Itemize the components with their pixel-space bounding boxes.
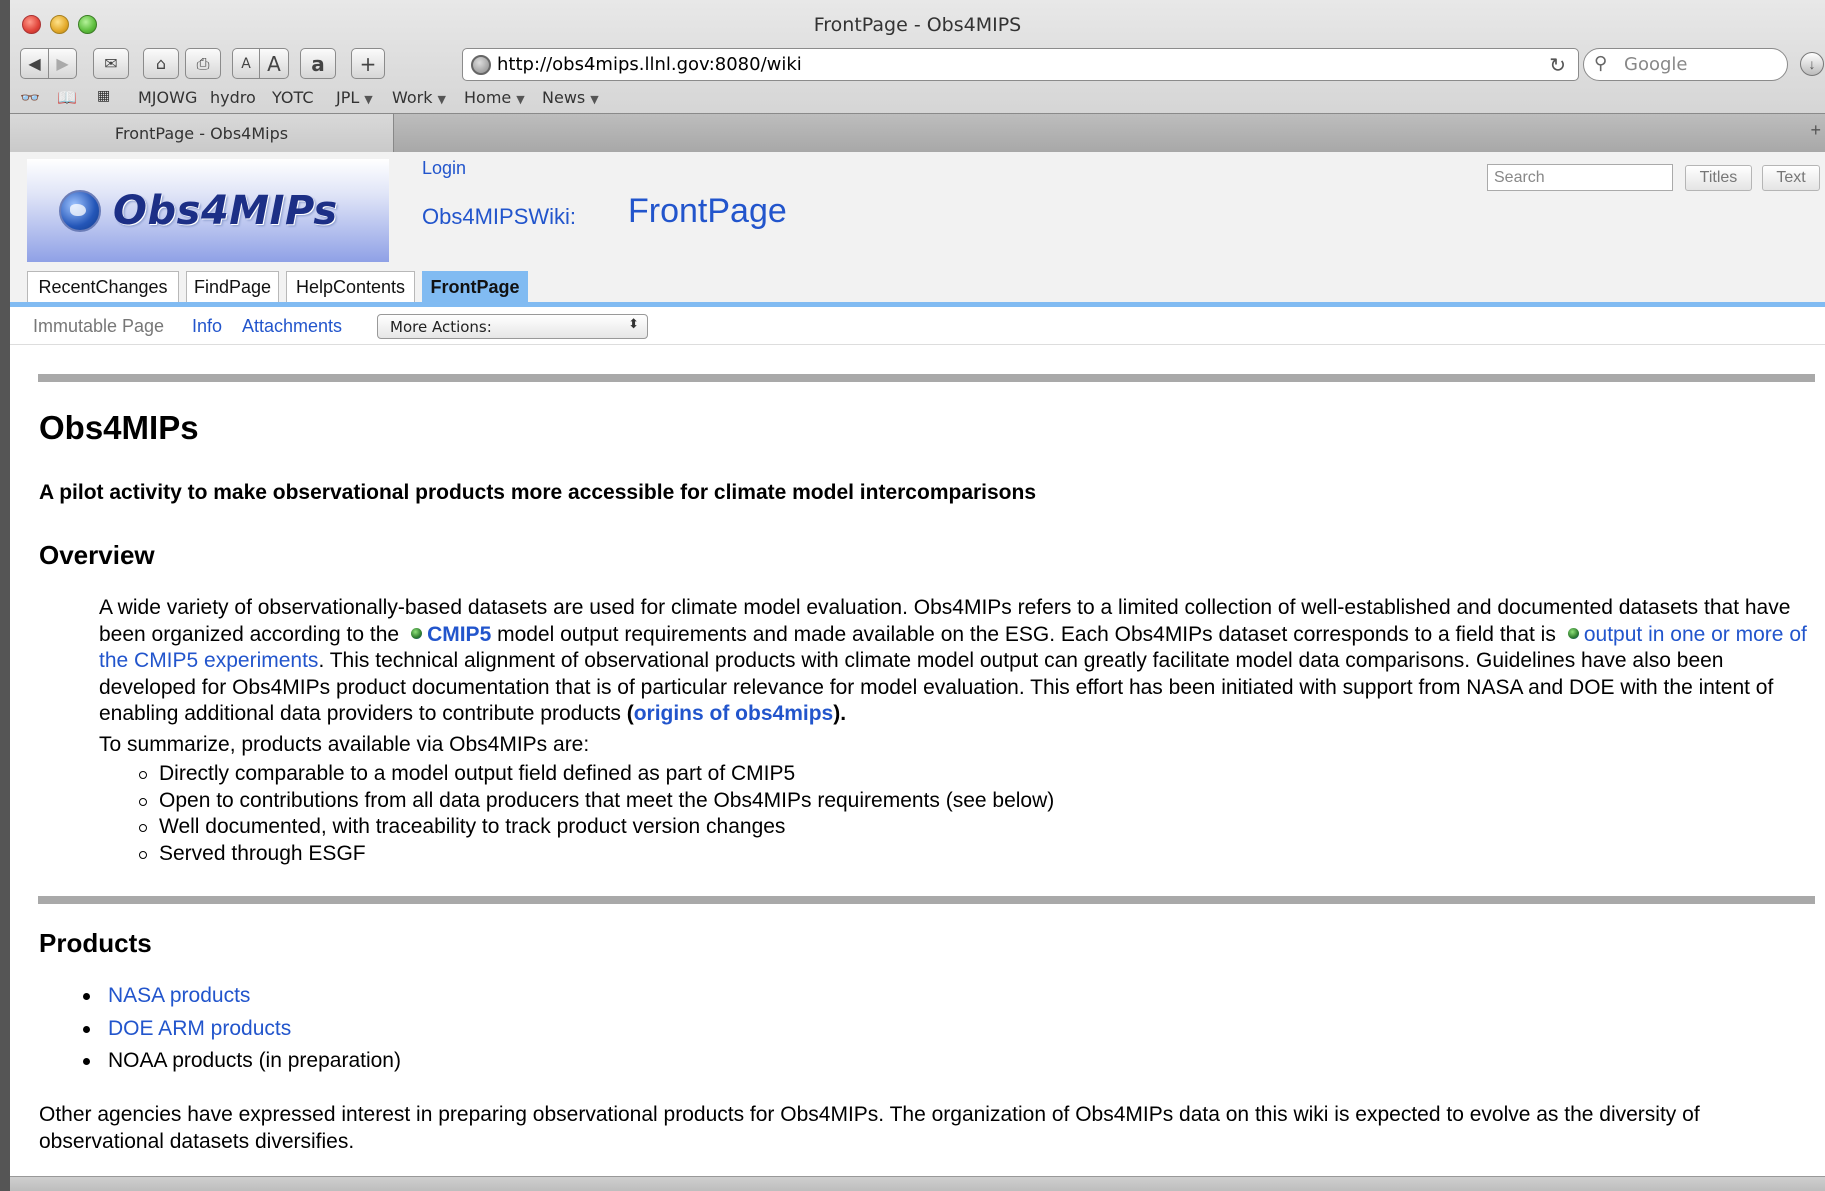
reload-icon[interactable]: ↻ (1549, 53, 1566, 77)
title-bar: FrontPage - Obs4MIPS (10, 0, 1825, 44)
plus-icon: + (359, 51, 377, 76)
url-text: http://obs4mips.llnl.gov:8080/wiki (497, 54, 802, 75)
products-heading: Products (39, 928, 152, 958)
horizontal-rule (38, 896, 1815, 904)
browser-search-placeholder: Google (1624, 54, 1688, 75)
cmip5-link[interactable]: CMIP5 (427, 623, 491, 646)
select-updown-icon: ⬍ (628, 317, 639, 332)
origins-link[interactable]: origins of obs4mips (634, 702, 834, 725)
attachments-link[interactable]: Attachments (242, 316, 342, 337)
address-bar[interactable]: http://obs4mips.llnl.gov:8080/wiki ↻ (462, 48, 1579, 81)
tab-strip: FrontPage - Obs4Mips + (10, 113, 1825, 153)
text-search-button[interactable]: Text (1762, 165, 1820, 191)
screen: FrontPage - Obs4MIPS ◀ ▶ ✉ ⌂ ⎙ A A a + h… (0, 0, 1825, 1191)
tab-find-page[interactable]: FindPage (186, 271, 279, 302)
list-item: Well documented, with traceability to tr… (139, 814, 1054, 841)
doe-arm-products-link[interactable]: DOE ARM products (108, 1017, 291, 1040)
list-item: Served through ESGF (139, 841, 1054, 868)
tab-help-contents[interactable]: HelpContents (286, 271, 415, 302)
download-icon: ↓ (1808, 56, 1816, 72)
text-smaller-button[interactable]: A (232, 48, 260, 79)
bookmark-item[interactable]: hydro (210, 88, 256, 107)
list-item: NASA products (80, 980, 401, 1013)
home-button[interactable]: ⌂ (143, 48, 179, 79)
tab-recent-changes[interactable]: RecentChanges (27, 271, 179, 302)
window-edge (0, 0, 10, 1191)
bookmark-item[interactable]: MJOWG (138, 88, 197, 107)
list-item: DOE ARM products (80, 1013, 401, 1046)
back-arrow-icon: ◀ (28, 54, 41, 73)
login-link[interactable]: Login (422, 158, 466, 179)
downloads-button[interactable]: ↓ (1800, 52, 1824, 76)
printer-icon: ⎙ (196, 53, 210, 73)
top-sites-grid-icon[interactable]: ▦ (97, 88, 110, 104)
external-link-globe-icon (411, 628, 423, 640)
more-actions-select[interactable]: More Actions: ⬍ (377, 314, 648, 339)
forward-arrow-icon: ▶ (56, 54, 69, 73)
bookmark-menu-news[interactable]: News ▼ (542, 88, 599, 107)
summary-list: Directly comparable to a model output fi… (139, 761, 1054, 867)
envelope-icon: ✉ (104, 54, 118, 73)
wiki-name-link[interactable]: Obs4MIPSWiki: (422, 204, 576, 230)
browser-tab[interactable]: FrontPage - Obs4Mips (10, 114, 394, 153)
bookmark-menu-work[interactable]: Work ▼ (392, 88, 446, 107)
overview-paragraph: A wide variety of observationally-based … (99, 596, 1807, 725)
bookmark-menu-home[interactable]: Home ▼ (464, 88, 525, 107)
list-item: Open to contributions from all data prod… (139, 788, 1054, 815)
window-title: FrontPage - Obs4MIPS (813, 14, 1022, 36)
chevron-down-icon: ▼ (516, 93, 525, 106)
chevron-down-icon: ▼ (364, 93, 373, 106)
search-icon: ⚲ (1594, 53, 1608, 74)
forward-button[interactable]: ▶ (48, 48, 77, 79)
back-button[interactable]: ◀ (20, 48, 49, 79)
bookmark-item[interactable]: YOTC (272, 88, 314, 107)
products-list: NASA products DOE ARM products NOAA prod… (80, 980, 401, 1078)
wiki-logo[interactable]: Obs4MIPs (27, 159, 389, 262)
mail-button[interactable]: ✉ (93, 48, 129, 79)
bookmarks-book-icon[interactable]: 📖 (57, 88, 77, 107)
add-bookmark-button[interactable]: + (351, 48, 385, 79)
site-globe-icon (471, 55, 491, 75)
wiki-header: Obs4MIPs Login Obs4MIPSWiki: FrontPage S… (10, 152, 1825, 302)
status-bar (10, 1176, 1825, 1191)
browser-search-field[interactable]: ⚲ Google (1583, 48, 1788, 81)
bookmark-menu-jpl[interactable]: JPL ▼ (336, 88, 373, 107)
globe-icon (59, 189, 101, 232)
list-item: Directly comparable to a model output fi… (139, 761, 1054, 788)
bookmarks-bar: 👓 📖 ▦ MJOWG hydro YOTC JPL ▼ Work ▼ Home ▼ … (10, 86, 1825, 112)
tab-front-page[interactable]: FrontPage (422, 271, 528, 302)
summary-intro: To summarize, products available via Obs… (99, 733, 590, 756)
logo-text: Obs4MIPs (113, 187, 338, 234)
text-bigger-button[interactable]: A (259, 48, 289, 79)
titles-search-button[interactable]: Titles (1685, 165, 1752, 191)
list-item: NOAA products (in preparation) (80, 1045, 401, 1078)
home-icon: ⌂ (155, 54, 167, 73)
closing-paragraph: Other agencies have expressed interest i… (39, 1103, 1700, 1153)
page-subtitle: A pilot activity to make observational p… (39, 481, 1037, 504)
main-heading: Obs4MIPs (39, 409, 199, 446)
overview-heading: Overview (39, 540, 155, 570)
browser-chrome: FrontPage - Obs4MIPS ◀ ▶ ✉ ⌂ ⎙ A A a + h… (10, 0, 1825, 153)
reading-list-icon[interactable]: 👓 (20, 88, 40, 107)
web-page: Obs4MIPs Login Obs4MIPSWiki: FrontPage S… (10, 152, 1825, 1191)
wiki-search-input[interactable]: Search (1487, 164, 1673, 191)
page-title-link[interactable]: FrontPage (628, 192, 787, 231)
immutable-page-label: Immutable Page (33, 316, 165, 336)
browser-toolbar: ◀ ▶ ✉ ⌂ ⎙ A A a + http://obs4mips.llnl.g… (10, 46, 1825, 86)
new-tab-plus-icon[interactable]: + (1810, 120, 1821, 141)
amazon-icon: a (311, 51, 325, 76)
nasa-products-link[interactable]: NASA products (108, 984, 250, 1007)
chevron-down-icon: ▼ (437, 93, 446, 106)
print-button[interactable]: ⎙ (185, 48, 221, 79)
external-link-globe-icon (1567, 628, 1579, 640)
page-actions-bar: Immutable Page Info Attachments More Act… (10, 307, 1825, 345)
info-link[interactable]: Info (192, 316, 222, 337)
amazon-button[interactable]: a (300, 48, 336, 79)
horizontal-rule (38, 374, 1815, 382)
chevron-down-icon: ▼ (590, 93, 599, 106)
